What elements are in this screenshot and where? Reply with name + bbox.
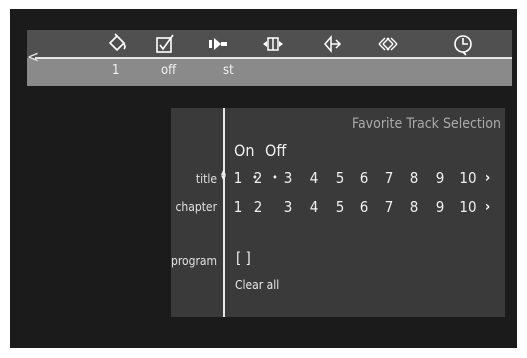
title-number-7[interactable]: 7 [379,169,399,187]
chapter-number-10[interactable]: 10 [456,198,480,216]
chapter-number-6[interactable]: 6 [354,198,374,216]
chapter-number-5[interactable]: 5 [330,198,350,216]
selection-dot-icon: • [252,171,258,184]
chapter-number-8[interactable]: 8 [404,198,424,216]
title-number-1[interactable]: 1 [228,169,248,187]
on-option[interactable]: On [234,141,254,160]
title-number-6[interactable]: 6 [354,169,374,187]
checkbox-value: off [161,63,177,78]
up-down-icon[interactable]: ▴ ▾ [221,166,226,183]
chapter-number-9[interactable]: 9 [430,198,450,216]
paint-bucket-icon[interactable] [105,33,129,55]
title-number-5[interactable]: 5 [330,169,350,187]
program-value[interactable]: [ ] [236,249,251,267]
panel-divider [223,108,225,317]
left-arrow-icon[interactable]: < [27,49,39,65]
angle-value: st [223,63,234,78]
title-number-3[interactable]: 3 [278,169,298,187]
clear-all-button[interactable]: Clear all [235,278,279,292]
chapter-number-3[interactable]: 3 [278,198,298,216]
frame-step-icon[interactable] [261,33,285,55]
search-icon[interactable] [376,33,400,55]
chapter-number-1[interactable]: 1 [228,198,248,216]
chapter-next-arrow-icon[interactable]: › [485,199,490,215]
toolbar: < 1 off st [27,30,512,86]
title-label: title [195,172,217,186]
panel-title: Favorite Track Selection [352,116,501,132]
program-label: program [171,254,218,268]
chapter-label: chapter [175,200,217,214]
title-number-2[interactable]: 2 [248,169,268,187]
checkbox-icon[interactable] [153,33,177,55]
chapter-number-4[interactable]: 4 [304,198,324,216]
off-option[interactable]: Off [265,141,286,160]
title-number-8[interactable]: 8 [404,169,424,187]
favorite-track-panel: Favorite Track Selection On Off title ▴ ▾… [171,108,505,317]
toolbar-values-bar [27,58,512,86]
timer-icon[interactable] [452,33,476,56]
audio-icon[interactable] [320,33,344,55]
selection-dot-icon: • [272,171,278,184]
chapter-number-2[interactable]: 2 [248,198,268,216]
chapter-number-7[interactable]: 7 [379,198,399,216]
toolbar-divider [35,57,512,59]
camera-angle-icon[interactable] [206,33,230,55]
title-number-9[interactable]: 9 [430,169,450,187]
title-number-10[interactable]: 10 [456,169,480,187]
title-number-4[interactable]: 4 [304,169,324,187]
subtitle-value: 1 [112,63,120,78]
title-next-arrow-icon[interactable]: › [485,170,490,186]
